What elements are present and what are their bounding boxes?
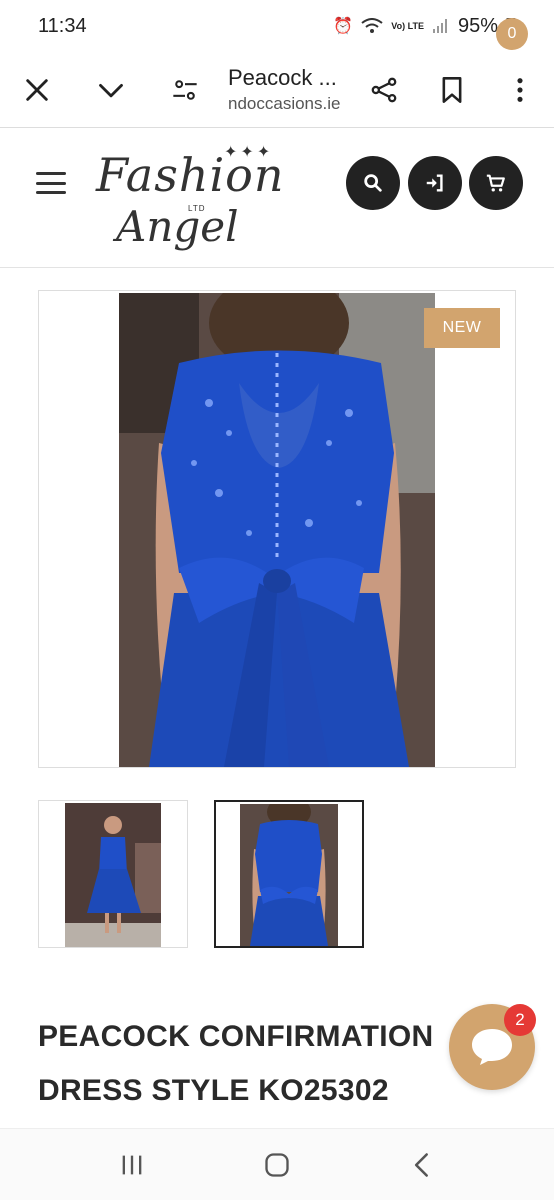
cart-count-badge: 0 <box>496 18 528 50</box>
back-button[interactable] <box>392 1135 452 1195</box>
site-header: ✦✦✦ Fashion LTD Angel <box>0 128 554 268</box>
product-photo <box>119 293 435 767</box>
logo-line1: Fashion <box>96 148 285 202</box>
product-image-main[interactable]: NEW <box>38 290 516 768</box>
recent-apps-icon <box>122 1155 142 1174</box>
minimize-tab-button[interactable] <box>74 52 148 128</box>
thumbnail-photo-2 <box>240 804 338 946</box>
more-options-button[interactable] <box>486 52 554 128</box>
status-icons: ⏰ Vo) LTE 95% <box>333 15 516 38</box>
signal-icon <box>432 19 447 33</box>
home-button[interactable] <box>247 1135 307 1195</box>
product-thumbnail-1[interactable] <box>38 800 188 948</box>
volte-indicator: Vo) LTE <box>391 20 424 31</box>
share-icon <box>371 77 397 102</box>
chat-bubble-icon <box>472 1029 512 1065</box>
status-time: 11:34 <box>38 14 87 37</box>
system-nav-bar <box>0 1128 554 1200</box>
search-icon <box>364 174 382 192</box>
thumbnail-photo-1 <box>65 803 161 947</box>
battery-percent: 95% <box>457 14 498 37</box>
wifi-icon <box>361 18 383 33</box>
close-icon <box>26 78 48 101</box>
page-title: Peacock ... <box>228 65 337 90</box>
chevron-down-icon <box>99 83 123 97</box>
product-title: PEACOCK CONFIRMATION DRESS STYLE KO25302 <box>38 1020 434 1107</box>
chat-unread-badge: 2 <box>504 1004 536 1036</box>
bookmark-button[interactable] <box>418 52 486 128</box>
bookmark-icon <box>442 76 462 103</box>
status-bar: 11:34 ⏰ Vo) LTE 95% <box>0 0 554 52</box>
login-button[interactable] <box>408 156 462 210</box>
page-domain: ndoccasions.ie <box>228 94 341 113</box>
home-icon <box>265 1152 289 1177</box>
menu-icon[interactable] <box>36 172 66 194</box>
new-badge: NEW <box>424 308 500 348</box>
recent-apps-button[interactable] <box>102 1135 162 1195</box>
back-icon <box>414 1152 428 1177</box>
cart-icon <box>486 174 505 192</box>
logo-line2: Angel <box>116 202 239 251</box>
close-tab-button[interactable] <box>0 52 74 128</box>
alarm-icon: ⏰ <box>333 18 354 35</box>
more-icon <box>517 77 523 102</box>
site-logo[interactable]: ✦✦✦ Fashion LTD Angel <box>92 140 292 265</box>
search-button[interactable] <box>346 156 400 210</box>
share-button[interactable] <box>350 52 418 128</box>
cart-button[interactable] <box>469 156 523 210</box>
site-settings-button[interactable] <box>148 52 222 128</box>
browser-toolbar: Peacock ... ndoccasions.ie <box>0 52 554 128</box>
login-icon <box>426 174 443 192</box>
url-bar[interactable]: Peacock ... ndoccasions.ie <box>222 65 350 114</box>
site-settings-icon <box>173 79 197 100</box>
product-thumbnail-2[interactable] <box>214 800 364 948</box>
